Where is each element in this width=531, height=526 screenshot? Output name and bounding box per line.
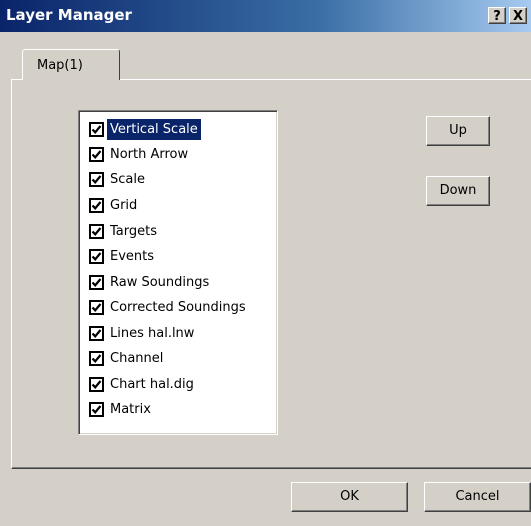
checkbox[interactable] <box>89 300 104 315</box>
checkbox[interactable] <box>89 326 104 341</box>
list-item-label: Matrix <box>110 402 151 417</box>
checkbox[interactable] <box>89 351 104 366</box>
checkbox[interactable] <box>89 377 104 392</box>
window-title: Layer Manager <box>6 6 132 24</box>
checkbox[interactable] <box>89 147 104 162</box>
down-button[interactable]: Down <box>426 176 490 206</box>
list-item-label: Grid <box>110 198 138 213</box>
close-button[interactable]: X <box>509 7 527 24</box>
cancel-button[interactable]: Cancel <box>424 482 531 512</box>
list-item-label: Scale <box>110 172 145 187</box>
list-item-label: Channel <box>110 351 164 366</box>
help-button[interactable]: ? <box>488 7 506 24</box>
list-item-label: Corrected Soundings <box>110 300 246 315</box>
tab-map[interactable]: Map(1) <box>22 49 120 80</box>
checkbox[interactable] <box>89 172 104 187</box>
checkbox[interactable] <box>89 224 104 239</box>
layer-list[interactable]: Vertical Scale North Arrow Scale Grid Ta… <box>78 110 278 435</box>
list-item-label: Lines hal.lnw <box>110 326 195 341</box>
list-item-label: North Arrow <box>110 147 189 162</box>
list-item-label: Chart hal.dig <box>110 377 194 392</box>
checkbox[interactable] <box>89 402 104 417</box>
checkbox[interactable] <box>89 122 104 137</box>
list-item-label: Events <box>110 249 155 264</box>
tab-map-label: Map(1) <box>37 58 83 73</box>
checkbox[interactable] <box>89 249 104 264</box>
ok-button[interactable]: OK <box>291 482 408 512</box>
checkbox[interactable] <box>89 198 104 213</box>
checkbox[interactable] <box>89 275 104 290</box>
up-button[interactable]: Up <box>426 116 490 146</box>
list-item-label: Targets <box>110 224 157 239</box>
title-bar[interactable]: Layer Manager ? X <box>0 0 531 32</box>
list-item-label: Vertical Scale <box>107 119 201 140</box>
list-item-label: Raw Soundings <box>110 275 210 290</box>
